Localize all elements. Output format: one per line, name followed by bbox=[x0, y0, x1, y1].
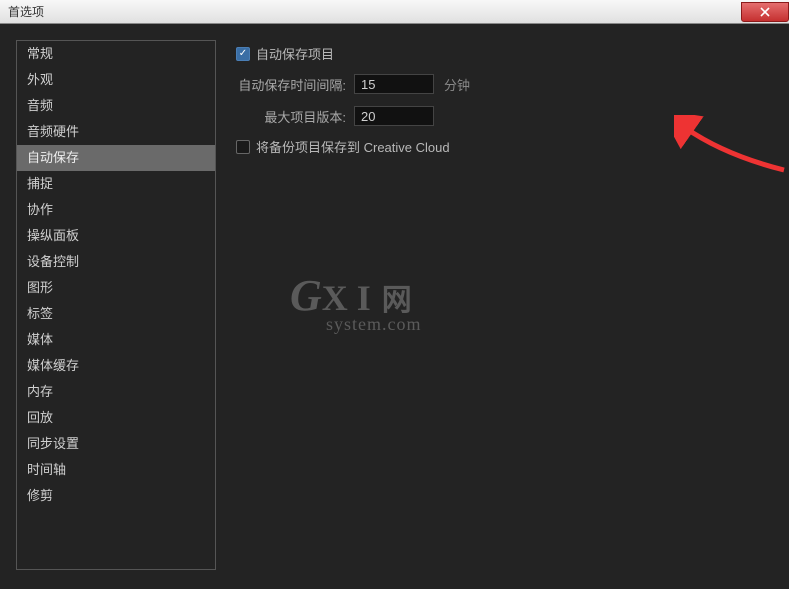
sidebar-item-label: 标签 bbox=[27, 306, 53, 321]
sidebar-item[interactable]: 设备控制 bbox=[17, 249, 215, 275]
sidebar-item-label: 自动保存 bbox=[27, 150, 79, 165]
sidebar-item-label: 操纵面板 bbox=[27, 228, 79, 243]
close-button[interactable] bbox=[741, 2, 789, 22]
sidebar-item-label: 设备控制 bbox=[27, 254, 79, 269]
sidebar-item[interactable]: 外观 bbox=[17, 67, 215, 93]
sidebar: 常规外观音频音频硬件自动保存捕捉协作操纵面板设备控制图形标签媒体媒体缓存内存回放… bbox=[16, 40, 216, 570]
interval-label: 自动保存时间间隔: bbox=[234, 75, 354, 94]
sidebar-item[interactable]: 回放 bbox=[17, 405, 215, 431]
sidebar-item-label: 时间轴 bbox=[27, 462, 66, 477]
sidebar-item[interactable]: 图形 bbox=[17, 275, 215, 301]
content-panel: 自动保存项目 自动保存时间间隔: 分钟 最大项目版本: 将备份项目保存到 Cre… bbox=[234, 40, 773, 573]
sidebar-item-label: 内存 bbox=[27, 384, 53, 399]
sidebar-item-label: 媒体缓存 bbox=[27, 358, 79, 373]
autosave-row: 自动保存项目 bbox=[234, 44, 773, 63]
sidebar-item-label: 图形 bbox=[27, 280, 53, 295]
sidebar-item-label: 回放 bbox=[27, 410, 53, 425]
sidebar-item-label: 音频 bbox=[27, 98, 53, 113]
sidebar-item-label: 媒体 bbox=[27, 332, 53, 347]
interval-row: 自动保存时间间隔: 分钟 bbox=[234, 73, 773, 95]
sidebar-item-label: 捕捉 bbox=[27, 176, 53, 191]
sidebar-item-label: 协作 bbox=[27, 202, 53, 217]
sidebar-item[interactable]: 标签 bbox=[17, 301, 215, 327]
sidebar-item-label: 外观 bbox=[27, 72, 53, 87]
sidebar-item-label: 修剪 bbox=[27, 488, 53, 503]
sidebar-item[interactable]: 音频 bbox=[17, 93, 215, 119]
sidebar-item[interactable]: 捕捉 bbox=[17, 171, 215, 197]
sidebar-item-label: 音频硬件 bbox=[27, 124, 79, 139]
interval-unit: 分钟 bbox=[444, 75, 470, 94]
backup-cloud-label: 将备份项目保存到 Creative Cloud bbox=[256, 137, 450, 156]
sidebar-item-label: 常规 bbox=[27, 46, 53, 61]
sidebar-item-label: 同步设置 bbox=[27, 436, 79, 451]
sidebar-item[interactable]: 常规 bbox=[17, 41, 215, 67]
max-versions-input[interactable] bbox=[354, 106, 434, 126]
backup-cloud-row: 将备份项目保存到 Creative Cloud bbox=[234, 137, 773, 156]
sidebar-item[interactable]: 媒体 bbox=[17, 327, 215, 353]
sidebar-item[interactable]: 修剪 bbox=[17, 483, 215, 509]
titlebar: 首选项 bbox=[0, 0, 789, 24]
autosave-label: 自动保存项目 bbox=[256, 44, 334, 63]
window-body: 常规外观音频音频硬件自动保存捕捉协作操纵面板设备控制图形标签媒体媒体缓存内存回放… bbox=[0, 24, 789, 589]
backup-cloud-checkbox[interactable] bbox=[236, 140, 250, 154]
window-title: 首选项 bbox=[8, 3, 44, 20]
sidebar-item[interactable]: 时间轴 bbox=[17, 457, 215, 483]
sidebar-item[interactable]: 协作 bbox=[17, 197, 215, 223]
max-versions-row: 最大项目版本: bbox=[234, 105, 773, 127]
sidebar-item[interactable]: 媒体缓存 bbox=[17, 353, 215, 379]
interval-input[interactable] bbox=[354, 74, 434, 94]
sidebar-item[interactable]: 操纵面板 bbox=[17, 223, 215, 249]
close-icon bbox=[760, 7, 770, 17]
max-versions-label: 最大项目版本: bbox=[234, 107, 354, 126]
sidebar-item[interactable]: 内存 bbox=[17, 379, 215, 405]
sidebar-item[interactable]: 同步设置 bbox=[17, 431, 215, 457]
sidebar-item[interactable]: 音频硬件 bbox=[17, 119, 215, 145]
autosave-checkbox[interactable] bbox=[236, 47, 250, 61]
sidebar-item[interactable]: 自动保存 bbox=[17, 145, 215, 171]
